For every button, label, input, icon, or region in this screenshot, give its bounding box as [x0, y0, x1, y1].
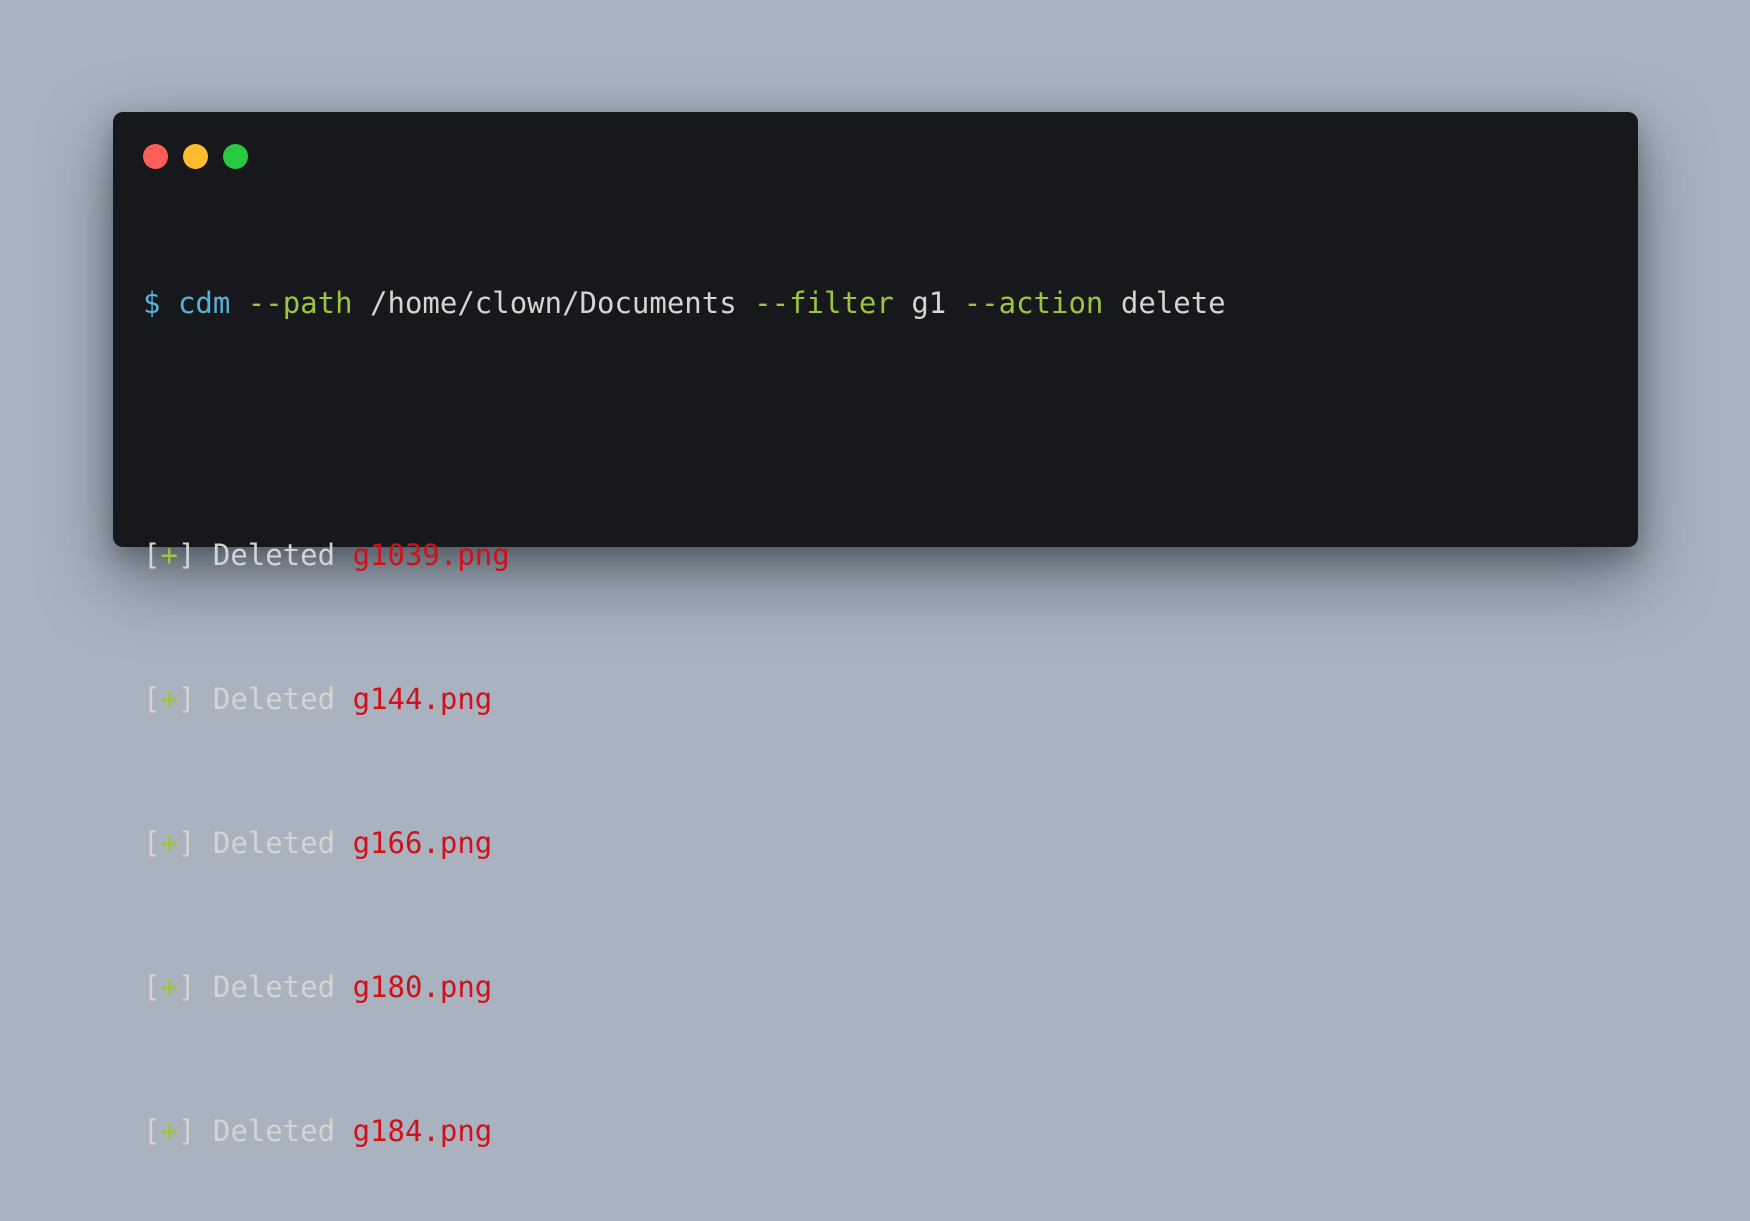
action-flag: --action: [963, 286, 1104, 320]
deleted-filename: g1039.png: [352, 538, 510, 572]
success-mark: +: [160, 826, 178, 860]
bracket-close: ]: [177, 970, 196, 1004]
deleted-filename: g144.png: [352, 682, 493, 716]
output-verb: Deleted: [212, 682, 336, 716]
output-line: [+] Deleted g1039.png: [143, 537, 1226, 573]
output-verb: Deleted: [212, 826, 336, 860]
success-mark: +: [160, 538, 178, 572]
bracket-open: [: [143, 1114, 161, 1148]
output-line: [+] Deleted g166.png: [143, 825, 1226, 861]
window-controls: [143, 144, 248, 169]
command-program: cdm: [177, 286, 231, 320]
filter-value: g1: [911, 286, 947, 320]
deleted-filename: g184.png: [352, 1114, 493, 1148]
prompt-symbol: $: [143, 286, 161, 320]
filter-flag: --filter: [754, 286, 894, 320]
path-flag: --path: [247, 286, 353, 320]
bracket-open: [: [143, 538, 161, 572]
deleted-filename: g166.png: [352, 826, 493, 860]
bracket-close: ]: [177, 1114, 196, 1148]
output-verb: Deleted: [212, 970, 336, 1004]
path-value: /home/clown/Documents: [370, 286, 737, 320]
bracket-open: [: [143, 682, 161, 716]
command-line: $ cdm --path /home/clown/Documents --fil…: [143, 285, 1226, 321]
action-value: delete: [1120, 286, 1226, 320]
bracket-open: [: [143, 970, 161, 1004]
terminal-window: $ cdm --path /home/clown/Documents --fil…: [113, 112, 1638, 1148]
bracket-close: ]: [177, 538, 196, 572]
bracket-open: [: [143, 826, 161, 860]
output-verb: Deleted: [212, 1114, 336, 1148]
bracket-close: ]: [177, 826, 196, 860]
deleted-filename: g180.png: [352, 970, 493, 1004]
output-verb: Deleted: [212, 538, 336, 572]
output-line: [+] Deleted g144.png: [143, 681, 1226, 717]
output-line: [+] Deleted g184.png: [143, 1113, 1226, 1149]
success-mark: +: [160, 970, 178, 1004]
output-line: [+] Deleted g180.png: [143, 969, 1226, 1005]
maximize-window-button[interactable]: [223, 144, 248, 169]
bracket-close: ]: [177, 682, 196, 716]
close-window-button[interactable]: [143, 144, 168, 169]
success-mark: +: [160, 682, 178, 716]
minimize-window-button[interactable]: [183, 144, 208, 169]
terminal-content[interactable]: $ cdm --path /home/clown/Documents --fil…: [143, 213, 1226, 1221]
success-mark: +: [160, 1114, 178, 1148]
